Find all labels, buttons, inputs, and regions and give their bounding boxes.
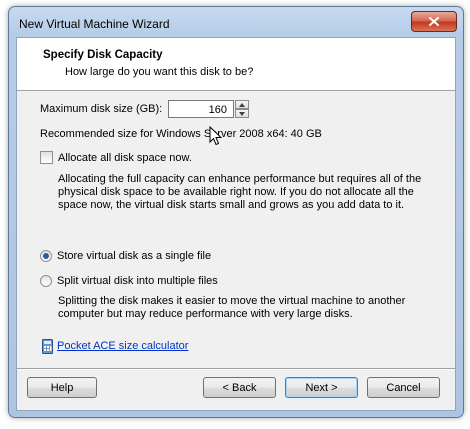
- next-button[interactable]: Next >: [285, 377, 358, 398]
- help-button-label: Help: [50, 381, 74, 394]
- arrow-up-icon: [239, 102, 245, 107]
- allocate-checkbox[interactable]: [40, 151, 53, 164]
- allocate-description-line: space now, the virtual disk starts small…: [58, 199, 405, 211]
- page-title: Specify Disk Capacity: [43, 49, 163, 61]
- allocate-description-line: physical disk space to be available righ…: [58, 186, 414, 198]
- calculator-icon: [42, 339, 53, 354]
- allocate-checkbox-label[interactable]: Allocate all disk space now.: [58, 152, 192, 164]
- mouse-pointer-icon: [209, 126, 222, 146]
- split-description-line: computer but may reduce performance with…: [58, 308, 353, 320]
- close-icon: [429, 17, 439, 26]
- page-subtitle: How large do you want this disk to be?: [65, 66, 254, 78]
- allocate-description-line: Allocating the full capacity can enhance…: [58, 173, 422, 185]
- disk-size-value: 160: [208, 104, 227, 116]
- title-bar[interactable]: New Virtual Machine Wizard: [9, 7, 463, 37]
- split-files-radio[interactable]: [40, 275, 52, 287]
- back-button-label: < Back: [222, 381, 257, 394]
- wizard-header: Specify Disk Capacity How large do you w…: [17, 38, 455, 91]
- window-title: New Virtual Machine Wizard: [19, 17, 170, 31]
- arrow-down-icon: [239, 111, 245, 116]
- disk-size-input[interactable]: 160: [168, 100, 234, 118]
- size-calculator-link[interactable]: Pocket ACE size calculator: [57, 340, 188, 352]
- cancel-button-label: Cancel: [386, 381, 421, 394]
- single-file-radio-label[interactable]: Store virtual disk as a single file: [57, 250, 211, 262]
- back-button[interactable]: < Back: [203, 377, 276, 398]
- cancel-button[interactable]: Cancel: [367, 377, 440, 398]
- wizard-body: Specify Disk Capacity How large do you w…: [16, 37, 456, 411]
- disk-size-increment[interactable]: [235, 100, 249, 109]
- recommended-size-text: Recommended size for Windows Server 2008…: [40, 128, 322, 140]
- allocate-description: Allocating the full capacity can enhance…: [58, 173, 421, 212]
- disk-size-decrement[interactable]: [235, 109, 249, 118]
- footer-divider: [17, 368, 455, 370]
- next-button-label: Next >: [305, 381, 338, 394]
- wizard-window: New Virtual Machine Wizard Specify Disk …: [8, 6, 464, 418]
- split-files-radio-label[interactable]: Split virtual disk into multiple files: [57, 275, 218, 287]
- split-description: Splitting the disk makes it easier to mo…: [58, 295, 405, 321]
- split-description-line: Splitting the disk makes it easier to mo…: [58, 295, 406, 307]
- disk-size-label: Maximum disk size (GB):: [40, 103, 163, 115]
- help-button[interactable]: Help: [27, 377, 97, 398]
- close-button[interactable]: [411, 11, 457, 32]
- radio-selected-dot: [43, 253, 49, 259]
- single-file-radio[interactable]: [40, 250, 52, 262]
